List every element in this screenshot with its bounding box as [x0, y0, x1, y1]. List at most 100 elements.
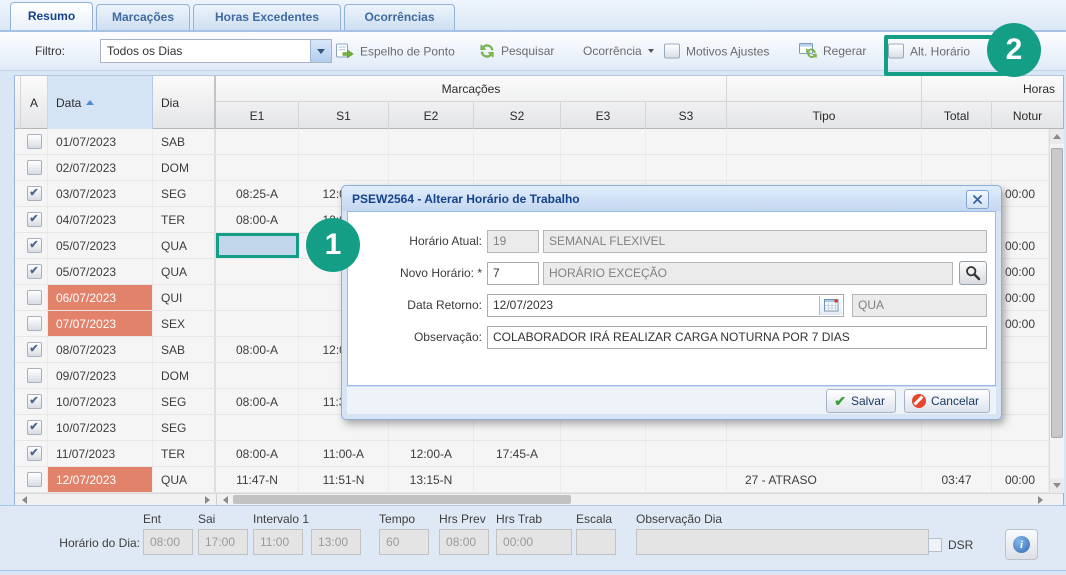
table-row[interactable]: 02/07/2023 DOM — [15, 155, 1049, 181]
scroll-right-button[interactable] — [1033, 495, 1047, 505]
row-checkbox[interactable]: ✔ — [26, 212, 42, 227]
cell-s2[interactable] — [474, 155, 561, 180]
cell-dia[interactable]: SEG — [153, 389, 216, 414]
calendar-picker-button[interactable] — [819, 295, 842, 315]
cell-e1[interactable] — [216, 285, 299, 310]
cell-tipo[interactable] — [727, 155, 922, 180]
col-header-e2[interactable]: E2 — [389, 102, 474, 129]
cell-e1[interactable] — [216, 311, 299, 336]
cell-data[interactable]: 05/07/2023 — [48, 259, 153, 284]
tab-resumo[interactable]: Resumo — [10, 2, 93, 30]
col-header-e3[interactable]: E3 — [561, 102, 646, 129]
filter-select-trigger[interactable] — [310, 40, 331, 62]
info-button[interactable]: i — [1005, 529, 1038, 560]
cell-data[interactable]: 04/07/2023 — [48, 207, 153, 232]
cell-s1[interactable]: 11:51-N — [299, 467, 389, 492]
col-header-dia[interactable]: Dia — [153, 76, 216, 129]
main-horizontal-scrollbar[interactable] — [216, 494, 1049, 505]
cell-dia[interactable]: SEG — [153, 415, 216, 440]
row-checkbox[interactable] — [26, 472, 42, 487]
cell-data[interactable]: 11/07/2023 — [48, 441, 153, 466]
cell-a[interactable] — [21, 155, 48, 180]
cell-a[interactable]: ✔ — [21, 233, 48, 258]
cell-notur[interactable] — [992, 441, 1049, 466]
dsr-checkbox-group[interactable]: DSR — [928, 538, 973, 552]
cell-s3[interactable] — [646, 155, 727, 180]
cell-a[interactable]: ✔ — [21, 207, 48, 232]
cell-notur[interactable]: 00:00 — [992, 467, 1049, 492]
table-row[interactable]: 01/07/2023 SAB — [15, 129, 1049, 155]
cell-dia[interactable]: TER — [153, 441, 216, 466]
cell-e1[interactable] — [216, 129, 299, 154]
col-header-s2[interactable]: S2 — [474, 102, 561, 129]
row-checkbox[interactable] — [26, 290, 42, 305]
cell-a[interactable] — [21, 467, 48, 492]
cell-dia[interactable]: QUA — [153, 467, 216, 492]
cell-dia[interactable]: QUA — [153, 259, 216, 284]
search-horario-button[interactable] — [959, 261, 987, 285]
cell-e1[interactable] — [216, 233, 299, 258]
cell-s1[interactable] — [299, 129, 389, 154]
cell-a[interactable]: ✔ — [21, 259, 48, 284]
table-row[interactable]: ✔ 11/07/2023 TER 08:00-A 11:00-A 12:00-A 17:45… — [15, 441, 1049, 467]
data-retorno-field[interactable]: 12/07/2023 — [487, 293, 844, 317]
row-checkbox[interactable] — [26, 160, 42, 175]
cell-e1[interactable]: 08:00-A — [216, 389, 299, 414]
cell-data[interactable]: 03/07/2023 — [48, 181, 153, 206]
scroll-left-button[interactable] — [17, 495, 31, 505]
cell-notur[interactable] — [992, 129, 1049, 154]
cell-s1[interactable]: 11:00-A — [299, 441, 389, 466]
pesquisar-button[interactable]: Pesquisar — [479, 43, 554, 59]
cell-a[interactable] — [21, 363, 48, 388]
col-header-total[interactable]: Total — [922, 102, 992, 129]
cell-e3[interactable] — [561, 467, 646, 492]
cell-a[interactable]: ✔ — [21, 181, 48, 206]
cell-s3[interactable] — [646, 467, 727, 492]
novo-horario-code-field[interactable]: 7 — [487, 261, 539, 285]
cell-e1[interactable]: 08:00-A — [216, 337, 299, 362]
cell-total[interactable] — [922, 129, 992, 154]
cell-data[interactable]: 07/07/2023 — [48, 311, 153, 336]
cell-dia[interactable]: DOM — [153, 363, 216, 388]
cell-s2[interactable] — [474, 467, 561, 492]
row-checkbox[interactable]: ✔ — [26, 238, 42, 253]
cell-dia[interactable]: QUI — [153, 285, 216, 310]
cell-total[interactable] — [922, 441, 992, 466]
tab-horas-excedentes[interactable]: Horas Excedentes — [193, 4, 341, 30]
cell-e3[interactable] — [561, 129, 646, 154]
row-checkbox[interactable]: ✔ — [26, 446, 42, 461]
cell-dia[interactable]: SEX — [153, 311, 216, 336]
cell-s3[interactable] — [646, 441, 727, 466]
cell-data[interactable]: 08/07/2023 — [48, 337, 153, 362]
cell-a[interactable]: ✔ — [21, 389, 48, 414]
cell-e3[interactable] — [561, 441, 646, 466]
row-checkbox[interactable] — [26, 316, 42, 331]
cell-tipo[interactable] — [727, 441, 922, 466]
scroll-down-button[interactable] — [1050, 478, 1064, 493]
cell-s2[interactable] — [474, 129, 561, 154]
locked-columns-scrollbar[interactable] — [15, 494, 217, 505]
cell-data[interactable]: 06/07/2023 — [48, 285, 153, 310]
col-header-e1[interactable]: E1 — [216, 102, 299, 129]
cell-e1[interactable]: 08:00-A — [216, 207, 299, 232]
regerar-button[interactable]: Regerar — [799, 43, 866, 59]
cell-e1[interactable] — [216, 415, 299, 440]
col-header-data[interactable]: Data — [48, 76, 153, 129]
cell-s1[interactable] — [299, 155, 389, 180]
salvar-button[interactable]: ✔ Salvar — [826, 388, 896, 413]
cell-e1[interactable] — [216, 363, 299, 388]
scroll-up-button[interactable] — [1050, 129, 1064, 144]
table-row[interactable]: 12/07/2023 QUA 11:47-N 11:51-N 13:15-N 27 - A… — [15, 467, 1049, 493]
cell-e1[interactable]: 08:25-A — [216, 181, 299, 206]
cell-e1[interactable] — [216, 155, 299, 180]
cell-data[interactable]: 01/07/2023 — [48, 129, 153, 154]
vertical-scrollbar-thumb[interactable] — [1051, 148, 1063, 438]
cell-e2[interactable] — [389, 155, 474, 180]
modal-close-button[interactable] — [966, 190, 989, 209]
cell-dia[interactable]: QUA — [153, 233, 216, 258]
row-checkbox[interactable]: ✔ — [26, 342, 42, 357]
scroll-left-button[interactable] — [218, 495, 232, 505]
cell-e1[interactable] — [216, 259, 299, 284]
scroll-right-button[interactable] — [200, 495, 214, 505]
tab-ocorrencias[interactable]: Ocorrências — [344, 4, 455, 30]
